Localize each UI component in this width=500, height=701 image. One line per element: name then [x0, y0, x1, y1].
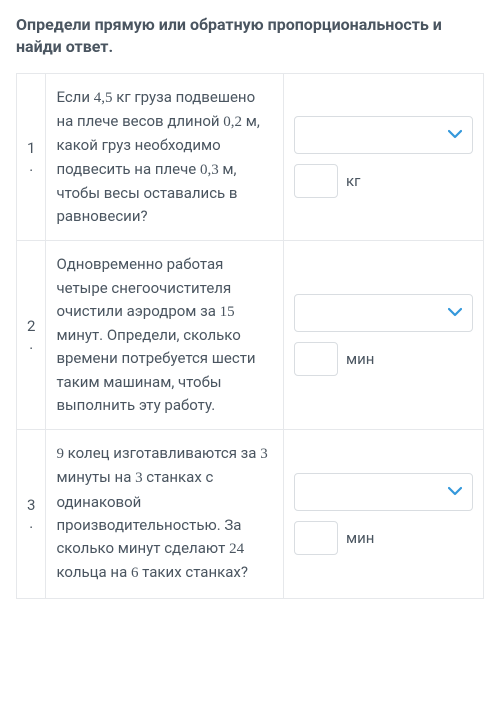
answer-cell: мин: [284, 430, 484, 599]
page-title: Определи прямую или обратную пропорциона…: [16, 14, 484, 59]
proportion-select[interactable]: [294, 116, 473, 154]
table-row: 1. Если 4,5 кг груза подвешено на плече …: [17, 73, 484, 241]
answer-input[interactable]: [294, 164, 338, 198]
question-number: 1.: [17, 73, 46, 241]
question-number: 3.: [17, 430, 46, 599]
answer-input[interactable]: [294, 521, 338, 555]
answer-cell: мин: [284, 241, 484, 430]
proportion-select[interactable]: [294, 473, 473, 511]
question-text: Одновременно работая четыре снегоочистит…: [46, 241, 284, 430]
table-row: 2. Одновременно работая четыре снегоочис…: [17, 241, 484, 430]
proportion-select[interactable]: [294, 294, 473, 332]
questions-table: 1. Если 4,5 кг груза подвешено на плече …: [16, 73, 484, 599]
table-row: 3. 9 колец изготавливаются за 3 минуты н…: [17, 430, 484, 599]
question-text: 9 колец изготавливаются за 3 минуты на 3…: [46, 430, 284, 599]
chevron-down-icon: [448, 305, 462, 321]
unit-label: кг: [346, 172, 360, 190]
answer-cell: кг: [284, 73, 484, 241]
unit-label: мин: [346, 350, 374, 368]
answer-input[interactable]: [294, 342, 338, 376]
chevron-down-icon: [448, 127, 462, 143]
question-number: 2.: [17, 241, 46, 430]
unit-label: мин: [346, 529, 374, 547]
question-text: Если 4,5 кг груза подвешено на плече вес…: [46, 73, 284, 241]
chevron-down-icon: [448, 484, 462, 500]
